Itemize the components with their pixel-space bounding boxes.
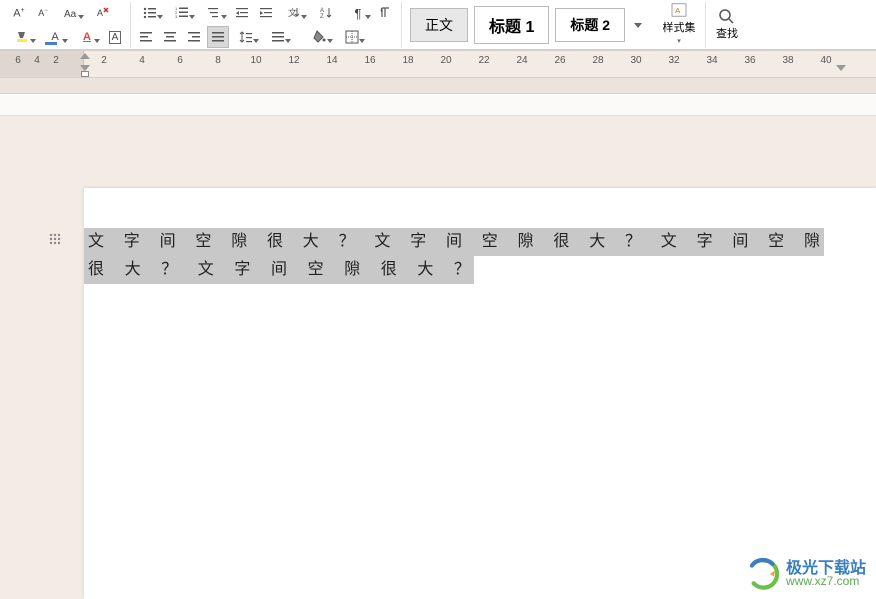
borders-button[interactable]	[337, 26, 367, 48]
ruler-tick: 6	[177, 55, 183, 66]
ruler-tick: 22	[478, 55, 489, 66]
increase-indent-button[interactable]	[255, 2, 277, 24]
ruler-tick: 20	[440, 55, 451, 66]
line-spacing-button[interactable]	[231, 26, 261, 48]
svg-text:A: A	[97, 8, 103, 18]
shading-button[interactable]	[305, 26, 335, 48]
svg-text:3: 3	[175, 14, 178, 19]
styleset-button[interactable]: A 样式集 ▾	[657, 2, 701, 46]
ruler-tick: 10	[250, 55, 261, 66]
svg-text:A: A	[675, 6, 681, 15]
ruler-tick: 18	[402, 55, 413, 66]
svg-text:Z: Z	[320, 14, 324, 20]
text-direction-button[interactable]: 文	[279, 2, 309, 24]
align-center-button[interactable]	[159, 26, 181, 48]
char-border-button[interactable]: A	[104, 26, 126, 48]
style-normal[interactable]: 正文	[410, 8, 468, 42]
right-indent-marker[interactable]	[836, 65, 846, 73]
paragraph-marks-button[interactable]	[375, 2, 397, 24]
watermark-logo-icon	[746, 557, 780, 591]
align-right-button[interactable]	[183, 26, 205, 48]
show-marks-button[interactable]: ¶	[343, 2, 373, 24]
left-indent-marker[interactable]	[80, 65, 90, 73]
ruler-tick: 30	[630, 55, 641, 66]
justify-button[interactable]	[207, 26, 229, 48]
style-heading2[interactable]: 标题 2	[555, 8, 625, 42]
ruler-tick: 32	[668, 55, 679, 66]
svg-text:Aa: Aa	[64, 9, 77, 20]
decrease-font-button[interactable]: A−	[32, 2, 54, 24]
styleset-label: 样式集	[663, 19, 696, 35]
find-button[interactable]: 查找	[710, 2, 744, 46]
ruler-tick: 6	[15, 55, 21, 66]
align-left-button[interactable]	[135, 26, 157, 48]
styles-more-button[interactable]	[631, 9, 645, 41]
ruler-tick: 2	[101, 55, 107, 66]
clear-formatting-button[interactable]: A	[88, 2, 118, 24]
ribbon: A+ A− Aa A A A	[0, 0, 876, 50]
ruler-main: 642246810121416182022242628303234363840	[84, 51, 876, 77]
decrease-indent-button[interactable]	[231, 2, 253, 24]
style-heading1[interactable]: 标题 1	[474, 6, 549, 44]
styles-group: 正文 标题 1 标题 2	[402, 2, 653, 48]
multilevel-list-button[interactable]	[199, 2, 229, 24]
table-move-handle-icon[interactable]	[48, 232, 64, 248]
first-line-indent-marker[interactable]	[80, 52, 90, 60]
font-group: A+ A− Aa A A A	[4, 2, 131, 48]
watermark-url: www.xz7.com	[786, 575, 866, 588]
ruler-left-margin	[0, 51, 84, 77]
ruler-tick: 36	[744, 55, 755, 66]
page-background: 文字间空隙很大？文字间空隙很大？文字间空隙 很大？文字间空隙很大？	[0, 78, 876, 599]
ruler-tick: 40	[820, 55, 831, 66]
increase-font-button[interactable]: A+	[8, 2, 30, 24]
selected-text-line2[interactable]: 很大？文字间空隙很大？	[84, 256, 474, 284]
ruler-tick: 14	[326, 55, 337, 66]
ruler-tick: 34	[706, 55, 717, 66]
watermark: 极光下载站 www.xz7.com	[746, 557, 866, 591]
ruler-tick: 12	[288, 55, 299, 66]
svg-text:文: 文	[288, 7, 297, 18]
ruler-tick: 8	[215, 55, 221, 66]
ruler-tick: 4	[139, 55, 145, 66]
ruler-tick: 16	[364, 55, 375, 66]
bullets-button[interactable]	[135, 2, 165, 24]
ruler-tick: 38	[782, 55, 793, 66]
sort-button[interactable]: AZ	[311, 2, 341, 24]
page-separator	[0, 78, 876, 94]
numbering-button[interactable]: 123	[167, 2, 197, 24]
highlight-button[interactable]	[8, 26, 38, 48]
selected-text-line1[interactable]: 文字间空隙很大？文字间空隙很大？文字间空隙	[84, 228, 824, 256]
ruler-tick: 28	[592, 55, 603, 66]
ruler-tick: 26	[554, 55, 565, 66]
ruler[interactable]: 642246810121416182022242628303234363840	[0, 50, 876, 78]
document-text[interactable]: 文字间空隙很大？文字间空隙很大？文字间空隙 很大？文字间空隙很大？	[84, 228, 840, 284]
font-color-button[interactable]: A	[40, 26, 70, 48]
document-page[interactable]: 文字间空隙很大？文字间空隙很大？文字间空隙 很大？文字间空隙很大？	[84, 188, 876, 599]
distributed-button[interactable]	[263, 26, 293, 48]
ruler-tick: 24	[516, 55, 527, 66]
char-underline-color-button[interactable]: A	[72, 26, 102, 48]
find-label: 查找	[716, 25, 738, 41]
paragraph-group: 123 文 AZ ¶	[131, 2, 402, 48]
change-case-button[interactable]: Aa	[56, 2, 86, 24]
ruler-tick: 4	[34, 55, 40, 66]
ruler-tick: 2	[53, 55, 59, 66]
